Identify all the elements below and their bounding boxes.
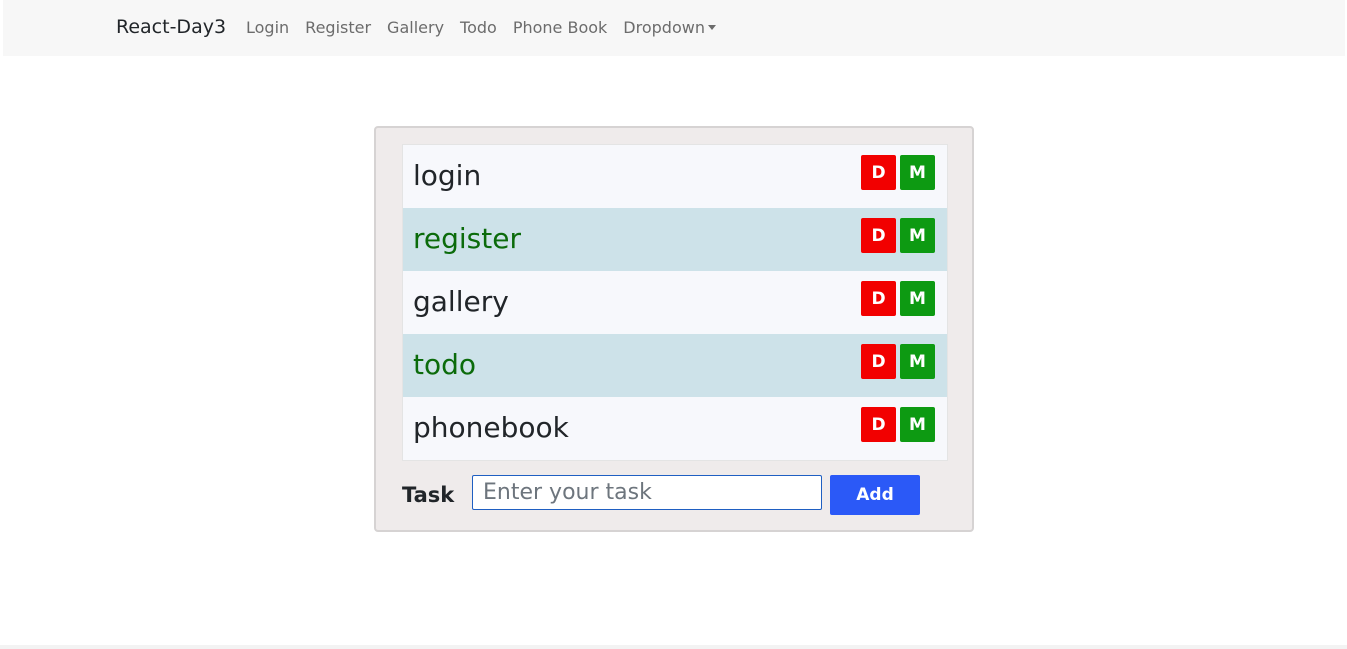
navbar: React-Day3 Login Register Gallery Todo P… — [3, 0, 1345, 56]
modify-button[interactable]: M — [900, 218, 935, 253]
nav-link-gallery[interactable]: Gallery — [379, 17, 452, 39]
caret-down-icon — [707, 25, 716, 30]
nav-links: Login Register Gallery Todo Phone Book D… — [238, 17, 724, 39]
task-list: login D M register D M gallery D M todo … — [402, 144, 948, 461]
delete-button[interactable]: D — [861, 344, 896, 379]
nav-link-register[interactable]: Register — [297, 17, 379, 39]
task-label: login — [413, 159, 482, 192]
task-item: register D M — [403, 208, 947, 271]
task-label: todo — [413, 348, 477, 381]
page: React-Day3 Login Register Gallery Todo P… — [0, 0, 1347, 649]
nav-link-todo[interactable]: Todo — [452, 17, 505, 39]
task-item: phonebook D M — [403, 397, 947, 460]
todo-card: login D M register D M gallery D M todo … — [374, 126, 974, 532]
footer-divider — [0, 645, 1347, 649]
nav-dropdown[interactable]: Dropdown — [615, 17, 724, 39]
delete-button[interactable]: D — [861, 218, 896, 253]
task-label: gallery — [413, 285, 509, 318]
add-button[interactable]: Add — [830, 475, 920, 515]
task-field-label: Task — [402, 483, 455, 507]
nav-link-phone-book[interactable]: Phone Book — [505, 17, 615, 39]
modify-button[interactable]: M — [900, 155, 935, 190]
task-form: Task Add — [402, 475, 948, 515]
modify-button[interactable]: M — [900, 281, 935, 316]
modify-button[interactable]: M — [900, 344, 935, 379]
task-label: register — [413, 222, 521, 255]
task-item: todo D M — [403, 334, 947, 397]
task-input[interactable] — [472, 475, 822, 510]
modify-button[interactable]: M — [900, 407, 935, 442]
nav-link-login[interactable]: Login — [238, 17, 297, 39]
task-item: login D M — [403, 145, 947, 208]
delete-button[interactable]: D — [861, 281, 896, 316]
task-label: phonebook — [413, 411, 569, 444]
delete-button[interactable]: D — [861, 155, 896, 190]
navbar-brand[interactable]: React-Day3 — [116, 15, 226, 39]
delete-button[interactable]: D — [861, 407, 896, 442]
task-item: gallery D M — [403, 271, 947, 334]
nav-dropdown-label: Dropdown — [623, 18, 705, 37]
